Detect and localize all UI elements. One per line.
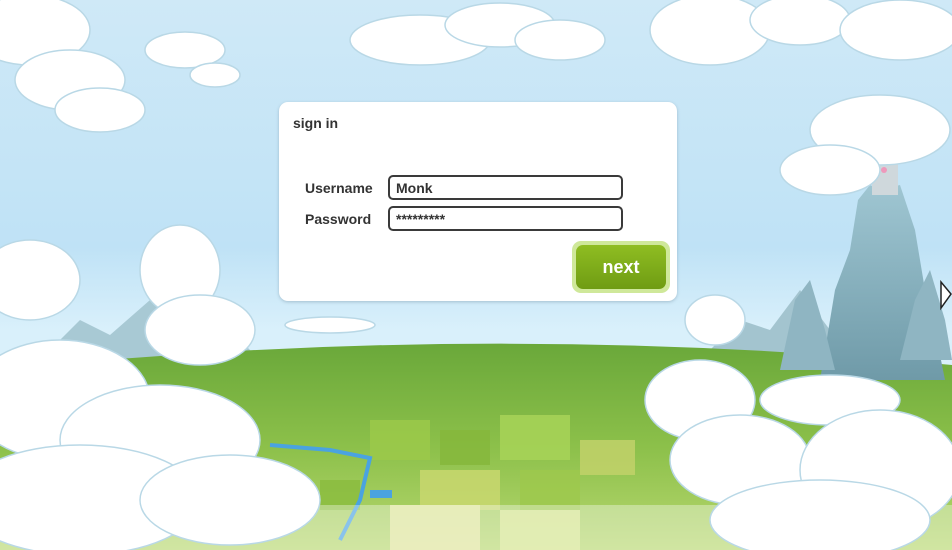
pond [370,490,392,498]
game-scene: sign in Username Password next [0,0,952,550]
cursor-arrow-icon [940,280,952,311]
signin-panel: sign in Username Password next [279,102,677,301]
password-label: Password [305,211,372,227]
username-input[interactable] [388,175,623,200]
password-input[interactable] [388,206,623,231]
signin-title: sign in [293,115,339,131]
username-label: Username [305,180,373,196]
next-button-label: next [576,245,666,289]
next-button[interactable]: next [572,241,670,293]
